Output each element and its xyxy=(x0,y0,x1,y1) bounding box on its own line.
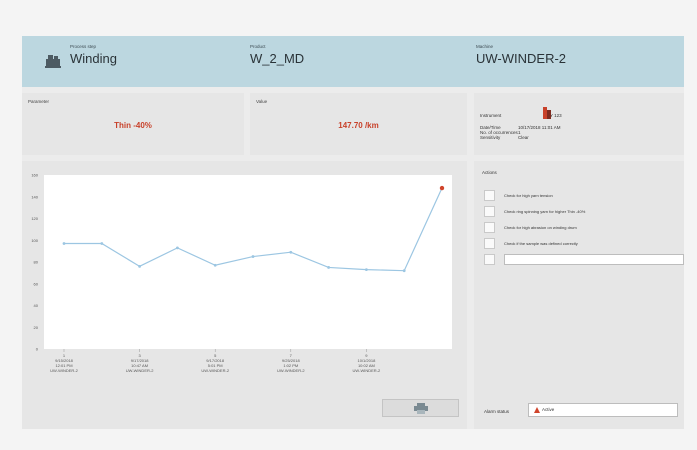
app-frame: Process step Winding Product W_2_MD Mach… xyxy=(22,36,684,429)
process-step-value: Winding xyxy=(70,51,117,66)
data-point xyxy=(251,255,255,258)
y-tick-label: 0 xyxy=(36,347,39,352)
y-tick-label: 100 xyxy=(31,238,38,243)
process-step: Process step Winding xyxy=(70,44,117,66)
parameter-label: Parameter xyxy=(28,99,50,104)
action-item-other[interactable] xyxy=(484,254,684,266)
chart-panel: 0 20 40 60 80 100 120 140 160 1 9/15/2018 12:01 PM U… xyxy=(22,161,467,429)
y-tick-label: 40 xyxy=(34,303,39,308)
instrument-box: Instrument Y 123 Date/Time 10/17/2018 11… xyxy=(474,93,684,155)
printer-icon xyxy=(414,403,428,414)
action-checkbox[interactable] xyxy=(484,190,495,201)
data-point xyxy=(365,268,368,272)
data-point xyxy=(138,264,141,268)
action-checkbox[interactable] xyxy=(484,238,495,249)
machine-label: Machine xyxy=(476,44,494,49)
instrument-icon xyxy=(543,107,551,119)
y-tick-label: 120 xyxy=(31,216,38,221)
x-tick-label: UW-WINDER-2 xyxy=(126,368,154,373)
winding-machine-icon xyxy=(45,55,61,68)
data-point xyxy=(62,242,66,245)
y-tick-label: 60 xyxy=(34,281,39,286)
sensitivity-row: Sensitivity Clear xyxy=(480,135,529,140)
product-value: W_2_MD xyxy=(250,51,305,66)
action-label: Check if the sample was defined correctl… xyxy=(504,241,578,246)
parameter-box: Parameter Thin -40% xyxy=(22,93,244,155)
actions-title: Actions xyxy=(482,170,497,175)
data-point xyxy=(100,242,104,245)
action-checkbox[interactable] xyxy=(484,206,495,217)
data-point xyxy=(289,250,293,254)
value-box: Value 147.70 /km xyxy=(250,93,467,155)
y-tick-label: 80 xyxy=(34,260,39,265)
x-tick-label: UW-WINDER-2 xyxy=(201,368,229,373)
print-button[interactable] xyxy=(382,399,459,417)
sensitivity-value: Clear xyxy=(518,135,529,140)
plot-area xyxy=(44,175,452,349)
data-point xyxy=(213,263,217,267)
process-step-label: Process step xyxy=(70,44,97,49)
alarm-status-label: Alarm status xyxy=(484,409,510,414)
instrument-label: Instrument xyxy=(480,113,502,118)
instrument-row: Instrument Y 123 xyxy=(480,113,562,118)
parameter-value: Thin -40% xyxy=(114,121,152,130)
y-tick-label: 160 xyxy=(31,173,38,178)
x-tick-label: UW-WINDER-2 xyxy=(50,368,78,373)
action-label: Check for high yarn tension xyxy=(504,193,553,198)
product-label: Product xyxy=(250,44,266,49)
header-band: Process step Winding Product W_2_MD Mach… xyxy=(22,36,684,87)
value-label: Value xyxy=(256,99,268,104)
datetime-value: 10/17/2018 11:01 AM xyxy=(518,125,561,130)
value-value: 147.70 /km xyxy=(338,121,379,130)
machine-value: UW-WINDER-2 xyxy=(476,51,567,66)
data-point xyxy=(402,269,406,273)
data-point xyxy=(176,246,179,250)
x-tick-label: UW-WINDER-2 xyxy=(353,368,381,373)
machine: Machine UW-WINDER-2 xyxy=(476,44,566,66)
alarm-status-value: Active xyxy=(542,407,555,412)
other-action-input[interactable] xyxy=(504,254,684,265)
data-point-alert xyxy=(439,185,445,191)
action-checkbox[interactable] xyxy=(484,222,495,233)
alarm-status-field[interactable]: Active xyxy=(528,403,678,417)
data-point xyxy=(327,266,330,269)
action-label: Check for high abrasion on winding drum xyxy=(504,225,577,230)
summary-row: Parameter Thin -40% Value 147.70 /km Ins… xyxy=(22,93,684,155)
action-checkbox[interactable] xyxy=(484,254,495,265)
measurement-line-chart: 02040608010012014016019/15/201812:01 PMU… xyxy=(31,173,452,373)
product: Product W_2_MD xyxy=(250,44,304,66)
y-tick-label: 20 xyxy=(34,325,39,330)
actions-panel: Actions Check for high yarn tension Chec… xyxy=(474,161,684,429)
sensitivity-label: Sensitivity xyxy=(480,135,501,140)
x-tick-label: UW-WINDER-2 xyxy=(277,368,305,373)
y-tick-label: 140 xyxy=(31,194,38,199)
warning-icon xyxy=(534,407,540,413)
action-label: Check ring spinning yarn for higher Thin… xyxy=(504,209,586,214)
